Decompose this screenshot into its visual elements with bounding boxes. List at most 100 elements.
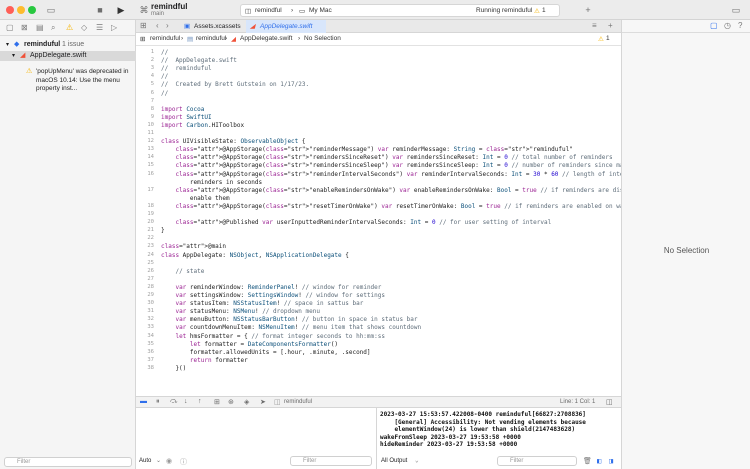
disclosure-chevron-icon[interactable]: ▾: [12, 51, 15, 61]
jumpbar-symbol[interactable]: No Selection: [304, 35, 341, 42]
variables-filter-input[interactable]: Filter: [290, 456, 372, 466]
issue-navigator-icon[interactable]: ⚠: [66, 23, 73, 32]
find-icon[interactable]: ⌕: [51, 23, 55, 33]
file-inspector-icon[interactable]: ▢: [710, 21, 718, 30]
line-number[interactable]: 2: [136, 57, 154, 63]
view-hierarchy-icon[interactable]: ⊞: [214, 398, 220, 406]
line-number[interactable]: 5: [136, 81, 154, 87]
navigator-filter-input[interactable]: Filter: [4, 457, 132, 467]
code-line[interactable]: //: [161, 73, 168, 80]
zoom-window-button[interactable]: [28, 6, 36, 14]
line-number[interactable]: 13: [136, 146, 154, 152]
close-window-button[interactable]: [6, 6, 14, 14]
debug-icon[interactable]: ☰: [96, 23, 103, 32]
line-number[interactable]: 33: [136, 324, 154, 330]
add-editor-icon[interactable]: +: [608, 21, 613, 30]
code-line[interactable]: // AppDelegate.swift: [161, 57, 237, 64]
breakpoints-toggle-icon[interactable]: ▬: [140, 398, 147, 405]
code-line[interactable]: class="attr">@main: [161, 243, 226, 250]
line-number[interactable]: 35: [136, 341, 154, 347]
step-out-icon[interactable]: ↑: [198, 398, 202, 405]
code-line[interactable]: }(): [161, 365, 186, 372]
chevron-down-icon[interactable]: ⌄: [415, 457, 419, 464]
line-number[interactable]: 29: [136, 292, 154, 298]
code-line[interactable]: let formatter = DateComponentsFormatter(…: [161, 341, 338, 348]
line-number[interactable]: 26: [136, 268, 154, 274]
line-number[interactable]: 1: [136, 49, 154, 55]
chevron-down-icon[interactable]: ⌄: [156, 457, 161, 464]
code-line[interactable]: class="attr">@AppStorage(class="str">"re…: [161, 146, 572, 153]
minimize-window-button[interactable]: [17, 6, 25, 14]
console-output[interactable]: 2023-03-27 15:53:57.422008-0400 reminduf…: [377, 408, 621, 469]
warning-count[interactable]: 1: [542, 7, 546, 14]
line-number[interactable]: 10: [136, 122, 154, 128]
code-line[interactable]: var menuButton: NSStatusBarButton! // bu…: [161, 316, 417, 323]
line-number[interactable]: 12: [136, 138, 154, 144]
environment-icon[interactable]: ◈: [244, 398, 249, 406]
line-number[interactable]: 36: [136, 349, 154, 355]
code-line[interactable]: import Carbon.HIToolbox: [161, 122, 244, 129]
jumpbar-file[interactable]: AppDelegate.swift: [240, 35, 292, 42]
code-line[interactable]: enable them: [161, 195, 230, 202]
file-issue-row[interactable]: ▾ ◢ AppDelegate.swift: [0, 51, 136, 61]
line-number[interactable]: 18: [136, 203, 154, 209]
line-number[interactable]: 24: [136, 252, 154, 258]
code-line[interactable]: class="attr">@Published var userInputted…: [161, 219, 551, 226]
split-left-icon[interactable]: ◧: [597, 457, 601, 465]
inspector-toggle-icon[interactable]: ▭: [730, 4, 742, 16]
warning-icon[interactable]: ⚠: [534, 7, 540, 15]
code-line[interactable]: let hmsFormatter = { // format integer s…: [161, 333, 385, 340]
line-number[interactable]: 11: [136, 130, 154, 136]
pause-icon[interactable]: ⏸: [156, 398, 160, 406]
code-line[interactable]: var countdownMenuItem: NSMenuItem! // me…: [161, 324, 421, 331]
code-line[interactable]: //: [161, 90, 168, 97]
line-number[interactable]: 6: [136, 90, 154, 96]
line-number[interactable]: 30: [136, 300, 154, 306]
line-number[interactable]: 23: [136, 243, 154, 249]
line-number[interactable]: 15: [136, 162, 154, 168]
warning-icon[interactable]: ⚠: [598, 35, 604, 43]
breakpoint-icon[interactable]: ▷: [111, 23, 117, 32]
run-icon[interactable]: ▶: [116, 4, 126, 16]
step-over-icon[interactable]: ⤼: [170, 398, 177, 406]
info-icon[interactable]: ⓘ: [180, 457, 187, 467]
code-line[interactable]: formatter.allowedUnits = [.hour, .minute…: [161, 349, 371, 356]
line-number[interactable]: 9: [136, 114, 154, 120]
code-line[interactable]: // state: [161, 268, 204, 275]
jumpbar-project[interactable]: reminduful: [150, 35, 180, 42]
split-right-icon[interactable]: ◨: [609, 457, 613, 465]
step-into-icon[interactable]: ↓: [184, 398, 188, 405]
code-line[interactable]: var settingsWindow: SettingsWindow! // w…: [161, 292, 385, 299]
help-inspector-icon[interactable]: ?: [738, 21, 742, 30]
code-line[interactable]: // Created by Brett Gutstein on 1/17/23.: [161, 81, 309, 88]
history-inspector-icon[interactable]: ◷: [724, 21, 731, 30]
code-line[interactable]: class="attr">@AppStorage(class="str">"en…: [161, 187, 621, 194]
line-number[interactable]: 38: [136, 365, 154, 371]
tab-assets[interactable]: ▣ Assets.xcassets: [180, 20, 246, 33]
line-number[interactable]: 27: [136, 276, 154, 282]
issue-message[interactable]: 'popUpMenu' was deprecated in macOS 10.1…: [36, 68, 134, 94]
code-line[interactable]: // reminduful: [161, 65, 212, 72]
code-line[interactable]: class UIVisibleState: ObservableObject {: [161, 138, 306, 145]
line-number[interactable]: 16: [136, 171, 154, 177]
back-chevron-icon[interactable]: ‹: [156, 21, 159, 30]
jumpbar-folder[interactable]: reminduful: [196, 35, 226, 42]
grid-icon[interactable]: ⊞: [140, 21, 147, 30]
related-items-icon[interactable]: ⊞: [140, 35, 145, 43]
line-number[interactable]: 20: [136, 219, 154, 225]
code-line[interactable]: import Cocoa: [161, 106, 204, 113]
eye-icon[interactable]: ◉: [166, 457, 172, 465]
code-line[interactable]: var statusMenu: NSMenu! // dropdown menu: [161, 308, 320, 315]
sidebar-toggle-icon[interactable]: ▭: [45, 4, 57, 16]
tab-appdelegate[interactable]: ◢ AppDelegate.swift: [246, 20, 326, 33]
line-number[interactable]: 4: [136, 73, 154, 79]
line-number[interactable]: 8: [136, 106, 154, 112]
code-line[interactable]: return formatter: [161, 357, 248, 364]
source-editor[interactable]: //// AppDelegate.swift// reminduful//// …: [160, 46, 621, 396]
code-line[interactable]: class="attr">@AppStorage(class="str">"re…: [161, 154, 612, 161]
code-line[interactable]: var reminderWindow: ReminderPanel! // wi…: [161, 284, 381, 291]
code-line[interactable]: var statusItem: NSStatusItem! // space i…: [161, 300, 363, 307]
stop-icon[interactable]: ■: [95, 4, 105, 16]
code-line[interactable]: class="attr">@AppStorage(class="str">"re…: [161, 171, 621, 178]
auto-selector[interactable]: Auto: [139, 458, 151, 464]
